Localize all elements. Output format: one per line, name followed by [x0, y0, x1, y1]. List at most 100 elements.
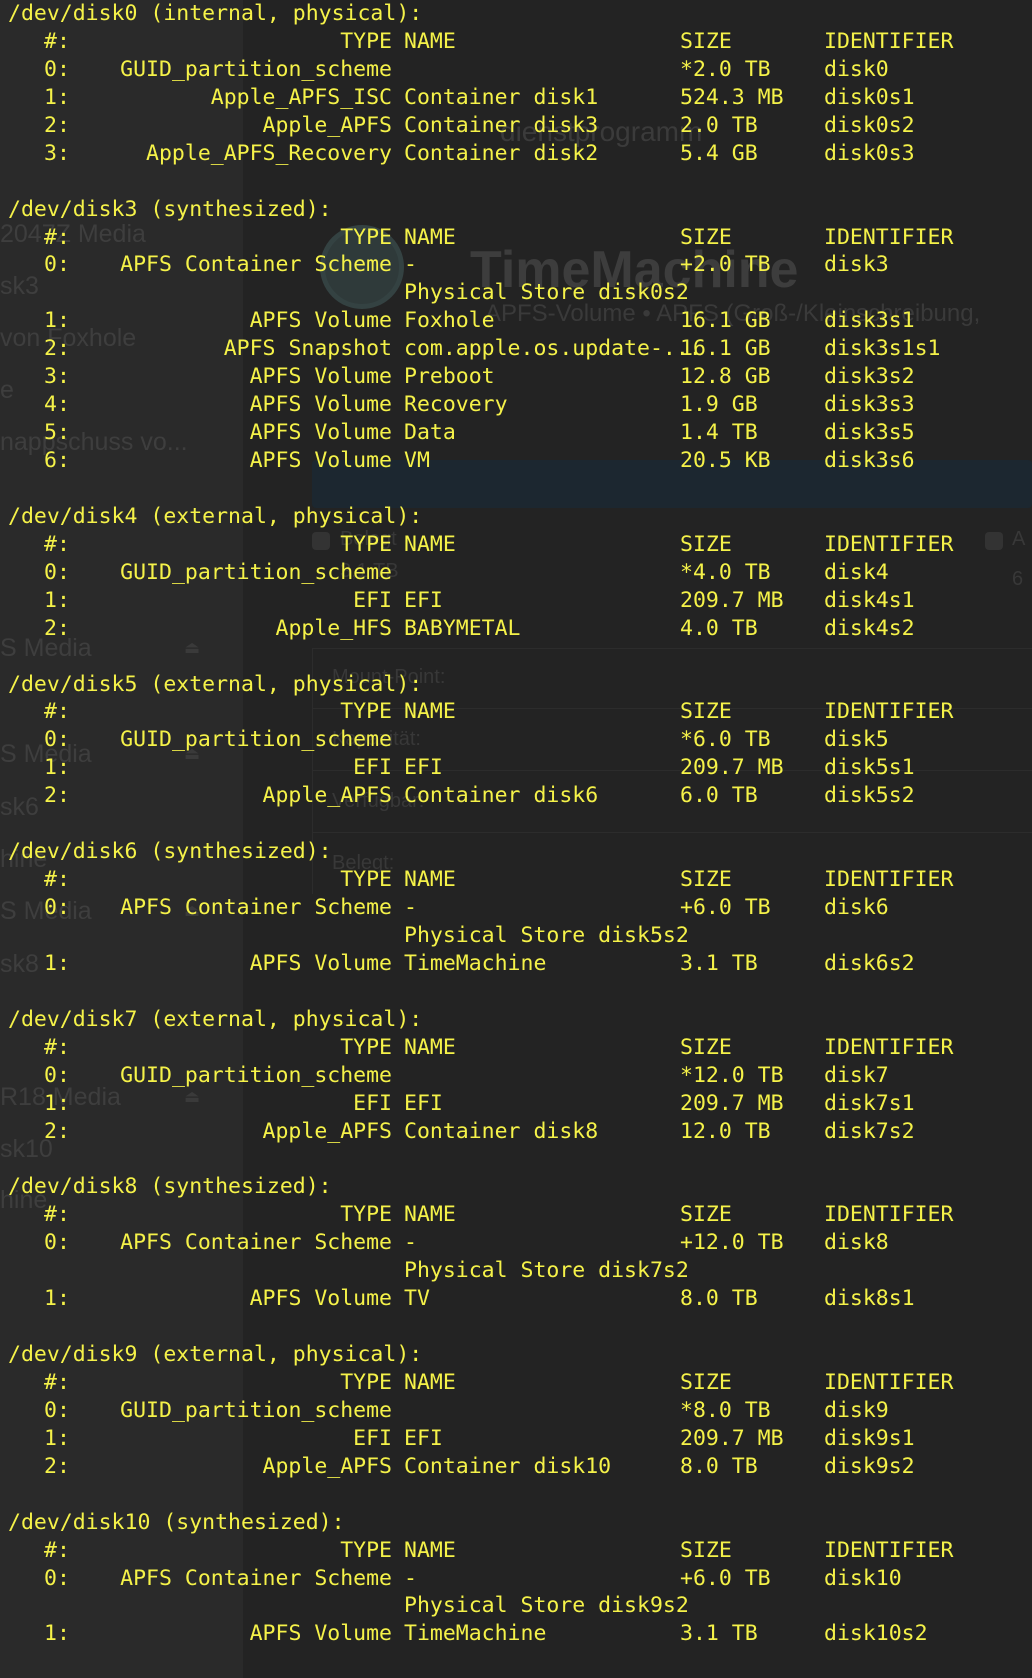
partition-type: APFS Container Scheme	[120, 1230, 392, 1256]
partition-type: EFI	[353, 587, 392, 613]
partition-identifier: disk9s1	[824, 1425, 915, 1451]
disk-header-row: /dev/disk6 (synthesized):	[0, 838, 1032, 866]
partition-name: -	[404, 1230, 417, 1256]
disk-block: /dev/disk8 (synthesized): #: TYPE NAME SIZE I…	[0, 1173, 1032, 1341]
physical-store: Physical Store disk5s2	[404, 922, 689, 948]
disk-block: /dev/disk0 (internal, physical): #: TYPE NA…	[0, 0, 1032, 196]
partition-row: 1: Apple_APFS_ISC Container disk1 524.3 MB d…	[0, 84, 1032, 112]
partition-row: 2: Apple_APFS Container disk3 2.0 TB disk0s2	[0, 112, 1032, 140]
physical-store: Physical Store disk0s2	[404, 280, 689, 306]
partition-row: 1: EFI EFI 209.7 MB disk7s1	[0, 1090, 1032, 1118]
column-header-id: #:	[44, 531, 70, 557]
partition-identifier: disk3s5	[824, 420, 915, 446]
column-header-name: NAME	[404, 531, 456, 557]
partition-type: APFS Volume	[249, 420, 392, 446]
partition-row: 0: APFS Container Scheme - +6.0 TB disk6	[0, 894, 1032, 922]
device-header: /dev/disk7 (external, physical):	[8, 1006, 423, 1032]
partition-name: Container disk1	[404, 84, 599, 110]
column-header-row: #: TYPE NAME SIZE IDENTIFIER	[0, 1034, 1032, 1062]
partition-name: Container disk3	[404, 112, 599, 138]
partition-type: APFS Volume	[249, 364, 392, 390]
column-header-identifier: IDENTIFIER	[824, 699, 954, 725]
partition-name: EFI	[404, 1090, 443, 1116]
disk-header-row: /dev/disk4 (external, physical):	[0, 503, 1032, 531]
column-header-id: #:	[44, 1202, 70, 1228]
partition-row: 1: APFS Volume TimeMachine 3.1 TB disk10s2	[0, 1620, 1032, 1648]
partition-size: 16.1 GB	[680, 308, 771, 334]
partition-type: APFS Volume	[249, 950, 392, 976]
partition-name: VM	[404, 448, 430, 473]
partition-type: APFS Container Scheme	[120, 1565, 392, 1591]
column-header-size: SIZE	[680, 1537, 732, 1563]
column-header-type: TYPE	[340, 699, 392, 725]
partition-type: APFS Volume	[249, 1286, 392, 1312]
device-header: /dev/disk5 (external, physical):	[8, 671, 423, 697]
disk-header-row: /dev/disk9 (external, physical):	[0, 1341, 1032, 1369]
partition-name: TimeMachine	[404, 1621, 547, 1647]
partition-size: 209.7 MB	[680, 1425, 784, 1451]
partition-name: Container disk2	[404, 140, 599, 166]
column-header-id: #:	[44, 28, 70, 54]
partition-identifier: disk3	[824, 252, 889, 278]
column-header-size: SIZE	[680, 867, 732, 893]
partition-row: 0: GUID_partition_scheme *6.0 TB disk5	[0, 726, 1032, 754]
column-header-name: NAME	[404, 1537, 456, 1563]
column-header-type: TYPE	[340, 867, 392, 893]
partition-row: 2: Apple_APFS Container disk10 8.0 TB disk9s…	[0, 1453, 1032, 1481]
column-header-id: #:	[44, 1369, 70, 1395]
partition-identifier: disk4s1	[824, 587, 915, 613]
partition-type: APFS Container Scheme	[120, 252, 392, 278]
partition-size: +2.0 TB	[680, 252, 771, 278]
partition-index: 0:	[44, 1565, 70, 1591]
device-header: /dev/disk8 (synthesized):	[8, 1174, 332, 1200]
column-header-id: #:	[44, 699, 70, 725]
partition-size: 16.1 GB	[680, 336, 771, 362]
partition-size: 2.0 TB	[680, 112, 758, 138]
partition-identifier: disk4	[824, 559, 889, 585]
partition-index: 2:	[44, 112, 70, 138]
column-header-id: #:	[44, 224, 70, 250]
partition-type: APFS Snapshot	[223, 336, 392, 362]
terminal-output[interactable]: /dev/disk0 (internal, physical): #: TYPE NA…	[0, 0, 1032, 1678]
column-header-name: NAME	[404, 1202, 456, 1228]
column-header-type: TYPE	[340, 28, 392, 54]
partition-type: Apple_HFS	[275, 615, 393, 641]
partition-identifier: disk0s1	[824, 84, 915, 110]
column-header-row: #: TYPE NAME SIZE IDENTIFIER	[0, 28, 1032, 56]
partition-identifier: disk3s2	[824, 364, 915, 390]
partition-identifier: disk8	[824, 1230, 889, 1256]
partition-size: 1.4 TB	[680, 420, 758, 446]
partition-type: GUID_partition_scheme	[120, 1397, 392, 1423]
disk-block: /dev/disk4 (external, physical): #: TYPE NA…	[0, 503, 1032, 671]
partition-row: 6: APFS Volume VM 20.5 KB disk3s6	[0, 447, 1032, 475]
partition-name: EFI	[404, 587, 443, 613]
partition-type: GUID_partition_scheme	[120, 559, 392, 585]
partition-name: Foxhole	[404, 308, 495, 334]
partition-row: 1: APFS Volume TimeMachine 3.1 TB disk6s2	[0, 950, 1032, 978]
partition-index: 0:	[44, 727, 70, 753]
partition-name: TV	[404, 1286, 430, 1312]
partition-size: 20.5 KB	[680, 448, 771, 473]
partition-identifier: disk7s2	[824, 1118, 915, 1144]
partition-size: 6.0 TB	[680, 783, 758, 809]
partition-size: 1.9 GB	[680, 392, 758, 418]
partition-name: com.apple.os.update-...	[404, 336, 702, 362]
column-header-id: #:	[44, 867, 70, 893]
partition-size: 8.0 TB	[680, 1453, 758, 1479]
device-header: /dev/disk6 (synthesized):	[8, 839, 332, 865]
physical-store-row: Physical Store disk7s2	[0, 1257, 1032, 1285]
partition-index: 1:	[44, 587, 70, 613]
disk-header-row: /dev/disk0 (internal, physical):	[0, 0, 1032, 28]
physical-store: Physical Store disk9s2	[404, 1593, 689, 1619]
partition-row: 1: APFS Volume TV 8.0 TB disk8s1	[0, 1285, 1032, 1313]
partition-identifier: disk7s1	[824, 1090, 915, 1116]
partition-index: 0:	[44, 559, 70, 585]
partition-row: 1: EFI EFI 209.7 MB disk9s1	[0, 1425, 1032, 1453]
physical-store-row: Physical Store disk9s2	[0, 1592, 1032, 1620]
partition-size: 3.1 TB	[680, 1621, 758, 1647]
